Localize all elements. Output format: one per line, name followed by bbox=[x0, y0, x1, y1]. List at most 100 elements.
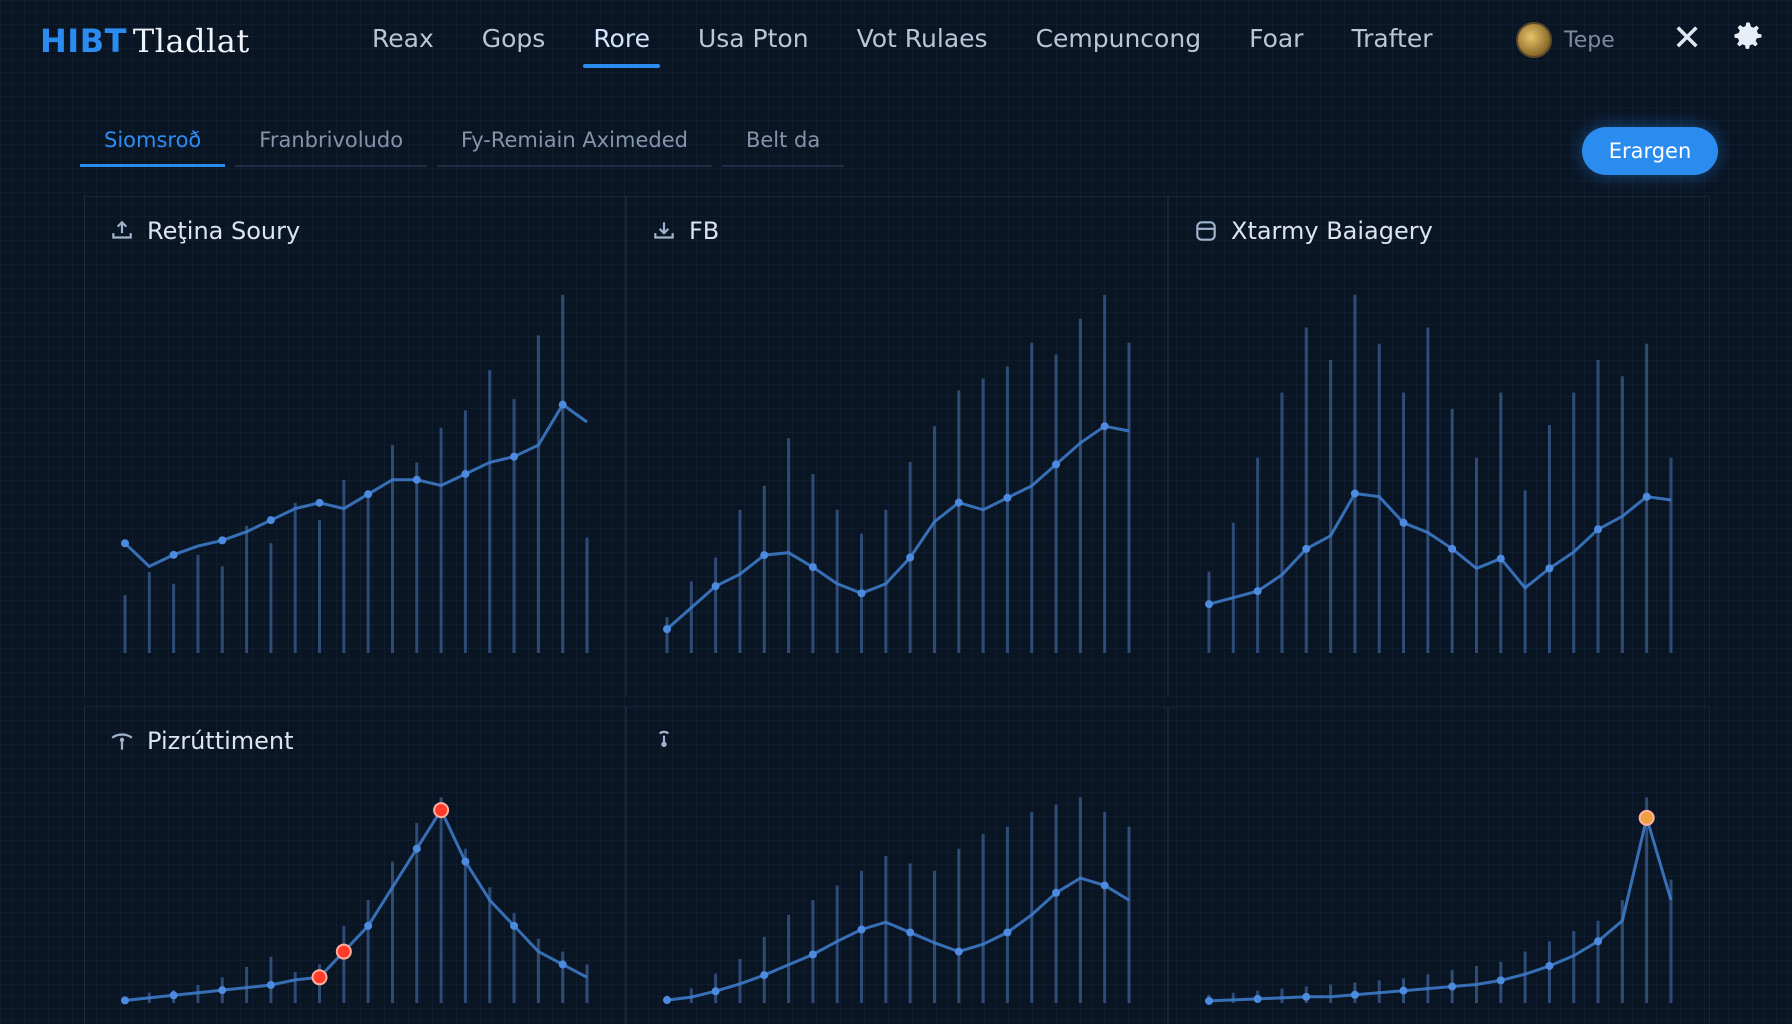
tab-siomsrod[interactable]: Siomsroð bbox=[80, 122, 226, 167]
chart-point bbox=[663, 625, 671, 634]
chart-point bbox=[808, 563, 817, 572]
chart-highlight-point bbox=[433, 802, 450, 819]
chart-point bbox=[1253, 587, 1262, 596]
chart-panel-1: Reţina Soury bbox=[84, 196, 626, 696]
panel-header: Reţina Soury bbox=[109, 217, 300, 245]
chart-4 bbox=[121, 797, 589, 1005]
database-icon bbox=[1196, 221, 1216, 241]
panel-title: FB bbox=[689, 217, 720, 245]
chart-point bbox=[857, 589, 866, 598]
chart-highlight-point bbox=[311, 969, 328, 986]
chart-point bbox=[1594, 937, 1603, 946]
chart-point bbox=[711, 582, 720, 591]
chart-point bbox=[218, 536, 227, 545]
chart-point bbox=[412, 844, 421, 853]
chart-point bbox=[121, 539, 129, 548]
chart-point bbox=[1100, 881, 1109, 890]
chart-point bbox=[510, 452, 519, 461]
chart-point bbox=[461, 857, 470, 866]
brand-prefix: HIBT bbox=[40, 22, 127, 60]
chart-2 bbox=[663, 294, 1131, 653]
chart-point bbox=[663, 996, 671, 1005]
chart-highlight-point bbox=[335, 943, 352, 960]
chart-series-line bbox=[123, 402, 588, 569]
user-name: Tepe bbox=[1564, 27, 1615, 53]
gear-icon[interactable] bbox=[1730, 18, 1766, 54]
download-tray-icon bbox=[654, 222, 674, 239]
chart-panel-3: Xtarmy Baiagery bbox=[1168, 196, 1710, 696]
chart-1 bbox=[121, 294, 589, 653]
chart-point bbox=[461, 469, 470, 478]
chart-point bbox=[906, 928, 915, 937]
chart-point bbox=[954, 947, 963, 956]
close-icon[interactable]: ✕ bbox=[1672, 18, 1702, 59]
chart-point bbox=[760, 971, 769, 980]
nav-item-reax[interactable]: Reax bbox=[348, 20, 458, 68]
chart-3 bbox=[1205, 294, 1673, 653]
chart-panel-6 bbox=[1168, 706, 1710, 1024]
chart-point bbox=[1205, 600, 1213, 609]
chart-point bbox=[558, 400, 567, 409]
chart-5 bbox=[663, 797, 1131, 1005]
chart-point bbox=[1350, 990, 1359, 999]
nav-item-cempuncong[interactable]: Cempuncong bbox=[1012, 20, 1226, 68]
chart-point bbox=[218, 986, 227, 995]
nav-item-foar[interactable]: Foar bbox=[1225, 20, 1327, 68]
chart-6 bbox=[1205, 797, 1673, 1005]
chart-point bbox=[1594, 525, 1603, 534]
chart-point bbox=[1052, 888, 1061, 897]
chart-point bbox=[1003, 493, 1012, 502]
nav-item-trafter[interactable]: Trafter bbox=[1327, 20, 1456, 68]
chart-point bbox=[1496, 976, 1505, 985]
chart-series-line bbox=[124, 806, 588, 1002]
nav-item-rore[interactable]: Rore bbox=[569, 20, 674, 68]
chart-point bbox=[711, 987, 720, 996]
panel-header: Pizrúttiment bbox=[109, 727, 294, 755]
chart-point bbox=[1399, 986, 1408, 995]
primary-action-button[interactable]: Erargen bbox=[1582, 127, 1718, 175]
panel-header bbox=[651, 727, 689, 753]
chart-point bbox=[1399, 518, 1408, 527]
main-nav: Reax Gops Rore Usa Pton Vot Rulaes Cempu… bbox=[348, 20, 1457, 68]
chart-point bbox=[906, 553, 915, 562]
chart-panel-4: Pizrúttiment bbox=[84, 706, 626, 1024]
panel-header: Xtarmy Baiagery bbox=[1193, 217, 1433, 245]
signal-icon bbox=[658, 730, 670, 748]
nav-item-vot-rulaes[interactable]: Vot Rulaes bbox=[833, 20, 1012, 68]
chart-point bbox=[266, 981, 275, 989]
top-bar: HIBT Tladlat Reax Gops Rore Usa Pton Vot … bbox=[0, 0, 1792, 84]
tab-belt-da[interactable]: Belt da bbox=[721, 122, 845, 167]
user-menu[interactable]: Tepe bbox=[1516, 22, 1615, 58]
chart-point bbox=[1496, 554, 1505, 563]
tab-fy-remiain-aximeded[interactable]: Fy-Remiain Aximeded bbox=[437, 122, 712, 167]
chart-point bbox=[1448, 982, 1457, 991]
panel-header: FB bbox=[651, 217, 719, 245]
chart-point bbox=[1545, 564, 1554, 573]
chart-point bbox=[364, 490, 373, 499]
chart-point bbox=[558, 960, 567, 969]
brand-name: Tladlat bbox=[132, 22, 250, 60]
tab-franbrivoludo[interactable]: Franbrivoludo bbox=[235, 122, 428, 167]
avatar[interactable] bbox=[1516, 22, 1552, 58]
chart-point bbox=[954, 498, 963, 507]
nav-item-gops[interactable]: Gops bbox=[458, 20, 570, 68]
chart-point bbox=[760, 551, 769, 560]
nav-item-usa-pton[interactable]: Usa Pton bbox=[674, 20, 833, 68]
chart-point bbox=[1302, 992, 1311, 1001]
chart-point bbox=[808, 950, 817, 959]
brand-logo[interactable]: HIBT Tladlat bbox=[40, 22, 250, 60]
chart-point bbox=[1448, 544, 1457, 553]
antenna-icon bbox=[111, 733, 133, 750]
chart-point bbox=[1205, 996, 1213, 1005]
chart-point bbox=[1350, 489, 1359, 498]
panel-title: Pizrúttiment bbox=[147, 727, 294, 755]
chart-series-line bbox=[1208, 491, 1672, 606]
chart-point bbox=[510, 921, 519, 930]
chart-point bbox=[169, 550, 178, 559]
chart-highlight-point bbox=[1638, 809, 1655, 826]
chart-point bbox=[1642, 492, 1651, 501]
chart-series-line bbox=[666, 876, 1130, 1002]
chart-panel-2: FB bbox=[626, 196, 1168, 696]
chart-point bbox=[857, 925, 866, 934]
chart-point bbox=[266, 516, 275, 525]
